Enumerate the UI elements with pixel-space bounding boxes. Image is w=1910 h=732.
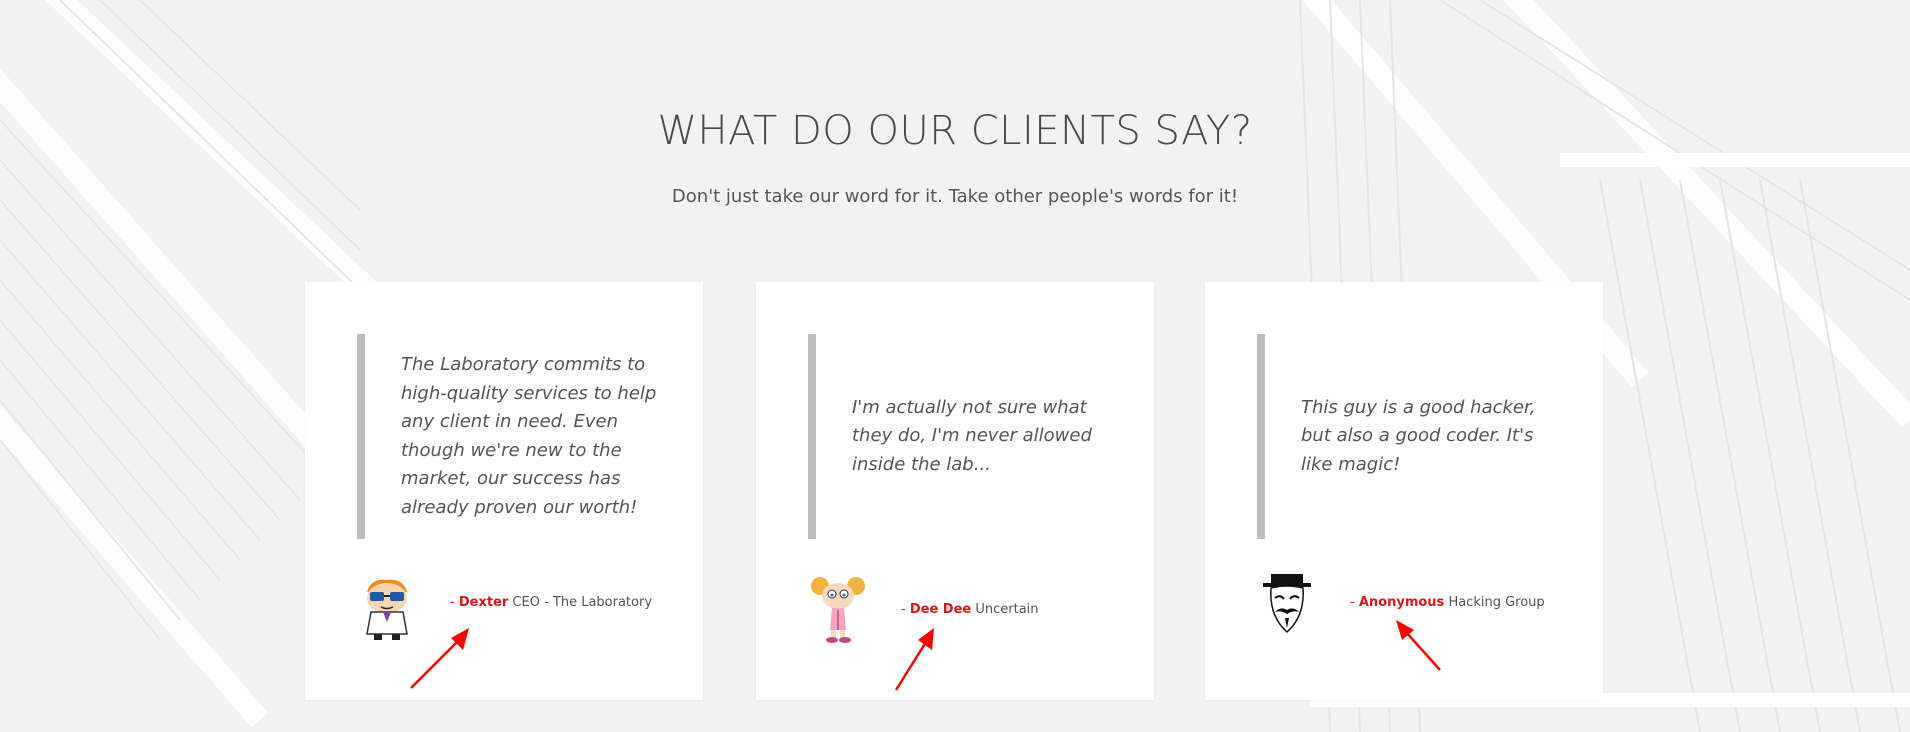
testimonial-card: This guy is a good hacker, but also a go… [1205, 282, 1603, 700]
attribution-dash: - [450, 595, 455, 610]
testimonial-attribution: - Anonymous Hacking Group [1350, 595, 1545, 610]
section-title: WHAT DO OUR CLIENTS SAY? [657, 108, 1253, 154]
client-role: Uncertain [975, 602, 1039, 617]
quote-text: This guy is a good hacker, but also a go… [1301, 396, 1536, 475]
dee-dee-avatar-icon [811, 577, 865, 643]
testimonial-quote: I'm actually not sure what they do, I'm … [808, 334, 1116, 539]
client-name: Dexter [458, 595, 509, 610]
anonymous-mask-avatar-icon [1263, 574, 1311, 634]
testimonial-attribution: - Dee Dee Uncertain [901, 602, 1039, 617]
testimonial-quote: This guy is a good hacker, but also a go… [1257, 334, 1565, 539]
testimonial-attribution: - Dexter CEO - The Laboratory [450, 595, 652, 610]
client-name: Anonymous [1358, 595, 1445, 610]
client-role: Hacking Group [1448, 595, 1545, 610]
section-subtitle: Don't just take our word for it. Take ot… [671, 186, 1239, 207]
testimonial-card: The Laboratory commits to high-quality s… [305, 282, 703, 700]
quote-text: The Laboratory commits to high-quality s… [401, 354, 657, 518]
testimonials-section: WHAT DO OUR CLIENTS SAY? Don't just take… [0, 0, 1910, 732]
red-arrow-annotation [1396, 620, 1441, 671]
attribution-dash: - [1350, 595, 1355, 610]
red-arrow-annotation [410, 628, 469, 689]
testimonial-card: I'm actually not sure what they do, I'm … [756, 282, 1154, 700]
red-arrow-annotation [894, 628, 934, 691]
attribution-dash: - [901, 602, 906, 617]
client-role: CEO - The Laboratory [512, 595, 653, 610]
testimonial-quote: The Laboratory commits to high-quality s… [357, 334, 665, 539]
quote-text: I'm actually not sure what they do, I'm … [852, 396, 1092, 475]
client-name: Dee Dee [909, 602, 972, 617]
